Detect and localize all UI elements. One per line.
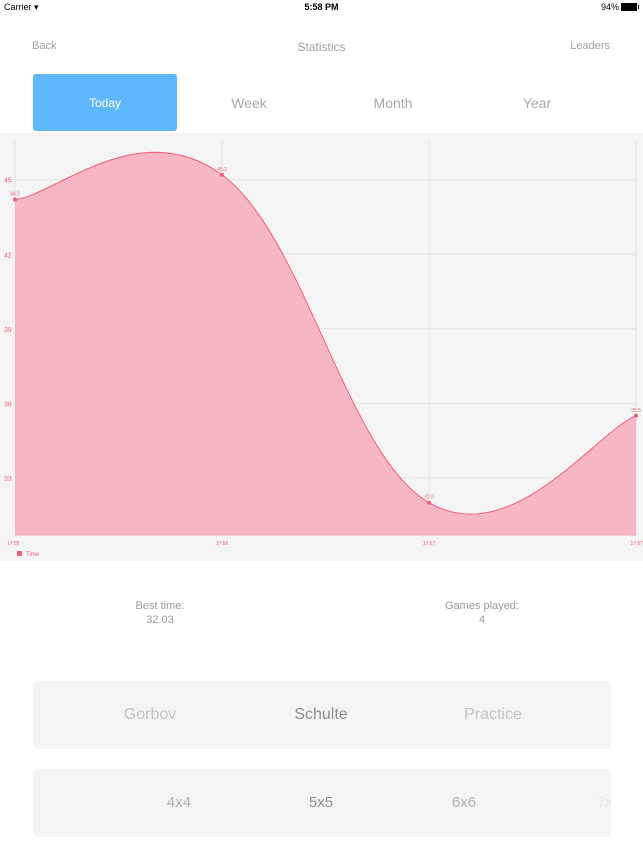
tab-week[interactable]: Week xyxy=(177,74,321,131)
navigation-bar: Back Statistics Leaders xyxy=(0,40,643,56)
games-played: Games played: 4 xyxy=(412,599,552,627)
battery: 94% xyxy=(600,2,639,12)
data-label: 45.2 xyxy=(217,167,227,173)
y-tick-label: 45 xyxy=(4,178,12,185)
leaders-button[interactable]: Leaders xyxy=(570,40,610,52)
grid-size-5x5[interactable]: 5x5 xyxy=(309,769,333,837)
page-title: Statistics xyxy=(297,40,346,54)
data-point xyxy=(634,413,638,418)
legend-swatch xyxy=(17,551,22,556)
x-tick-label: 17:55 xyxy=(7,541,20,547)
battery-percent: 94% xyxy=(600,2,619,12)
data-label: 35.5 xyxy=(631,408,641,414)
y-tick-label: 33 xyxy=(4,476,12,483)
y-tick-label: 36 xyxy=(4,401,12,408)
grid-size-7x7[interactable]: 7x xyxy=(597,769,611,837)
data-point xyxy=(427,500,431,505)
y-tick-label: 39 xyxy=(4,327,12,334)
y-tick-label: 42 xyxy=(4,252,12,259)
grid-size-picker[interactable]: 4x4 5x5 6x6 7x xyxy=(33,769,611,837)
legend-label: Time xyxy=(26,552,40,558)
game-type-gorbov[interactable]: Gorbov xyxy=(124,681,176,749)
game-type-picker[interactable]: Gorbov Schulte Practice xyxy=(33,681,611,749)
data-label: 44.2 xyxy=(10,192,20,198)
chart-area: 33 36 39 42 45 17:55 17:56 17:57 17:57 44.2 45.2 32… xyxy=(0,133,643,561)
best-time-value: 32.03 xyxy=(146,614,174,626)
x-tick-label: 17:57 xyxy=(630,541,643,547)
best-time-label: Best time: xyxy=(135,600,185,612)
x-tick-label: 17:56 xyxy=(216,541,229,547)
game-type-schulte[interactable]: Schulte xyxy=(294,681,347,749)
tab-month[interactable]: Month xyxy=(321,74,465,131)
data-label: 32.0 xyxy=(424,495,434,501)
x-tick-label: 17:57 xyxy=(423,541,436,547)
grid-size-4x4[interactable]: 4x4 xyxy=(167,769,191,837)
battery-icon xyxy=(621,3,639,11)
grid-size-6x6[interactable]: 6x6 xyxy=(452,769,476,837)
period-tabs: Today Week Month Year xyxy=(33,74,611,131)
data-point xyxy=(13,197,17,202)
data-point xyxy=(220,172,224,177)
game-type-practice[interactable]: Practice xyxy=(464,681,522,749)
games-played-value: 4 xyxy=(478,614,486,626)
clock: 5:58 PM xyxy=(304,2,339,12)
tab-year[interactable]: Year xyxy=(465,74,609,131)
games-played-label: Games played: xyxy=(445,600,519,612)
status-bar: Carrier ▾ 5:58 PM 94% xyxy=(0,0,643,14)
best-time: Best time: 32.03 xyxy=(100,599,220,627)
time-chart: 33 36 39 42 45 17:55 17:56 17:57 17:57 44.2 45.2 32… xyxy=(4,140,643,558)
tab-today[interactable]: Today xyxy=(33,74,177,131)
